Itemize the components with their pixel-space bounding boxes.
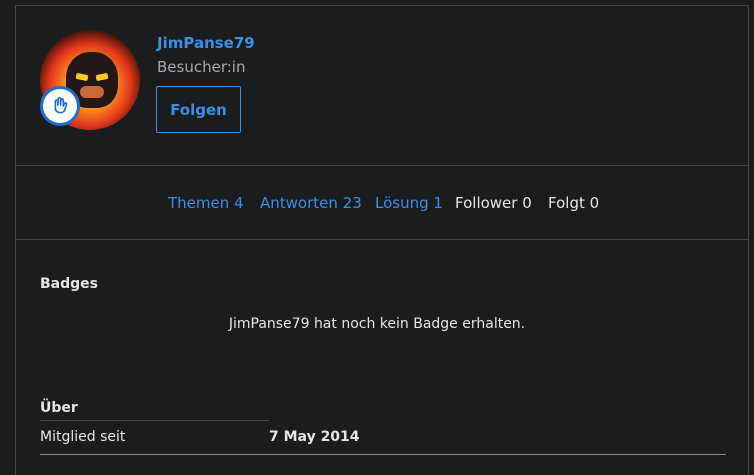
badges-heading: Badges [40, 276, 98, 292]
divider [15, 165, 749, 166]
stat-replies[interactable]: Antworten 23 [260, 194, 362, 212]
user-avatar[interactable] [40, 30, 140, 130]
divider [15, 239, 749, 240]
stat-topics[interactable]: Themen 4 [168, 194, 244, 212]
about-divider [40, 420, 269, 421]
user-role: Besucher:in [157, 58, 246, 76]
follow-button[interactable]: Folgen [156, 86, 241, 133]
waving-hand-icon [40, 86, 80, 126]
badges-empty-message: JimPanse79 hat noch kein Badge erhalten. [228, 316, 526, 332]
stat-followers[interactable]: Follower 0 [455, 194, 532, 212]
username-link[interactable]: JimPanse79 [157, 34, 255, 52]
about-heading: Über [40, 400, 78, 416]
stat-following[interactable]: Folgt 0 [548, 194, 599, 212]
stat-solutions[interactable]: Lösung 1 [375, 194, 443, 212]
member-since-label: Mitglied seit [40, 429, 126, 445]
about-row-divider [40, 454, 726, 455]
member-since-value: 7 May 2014 [269, 429, 360, 445]
